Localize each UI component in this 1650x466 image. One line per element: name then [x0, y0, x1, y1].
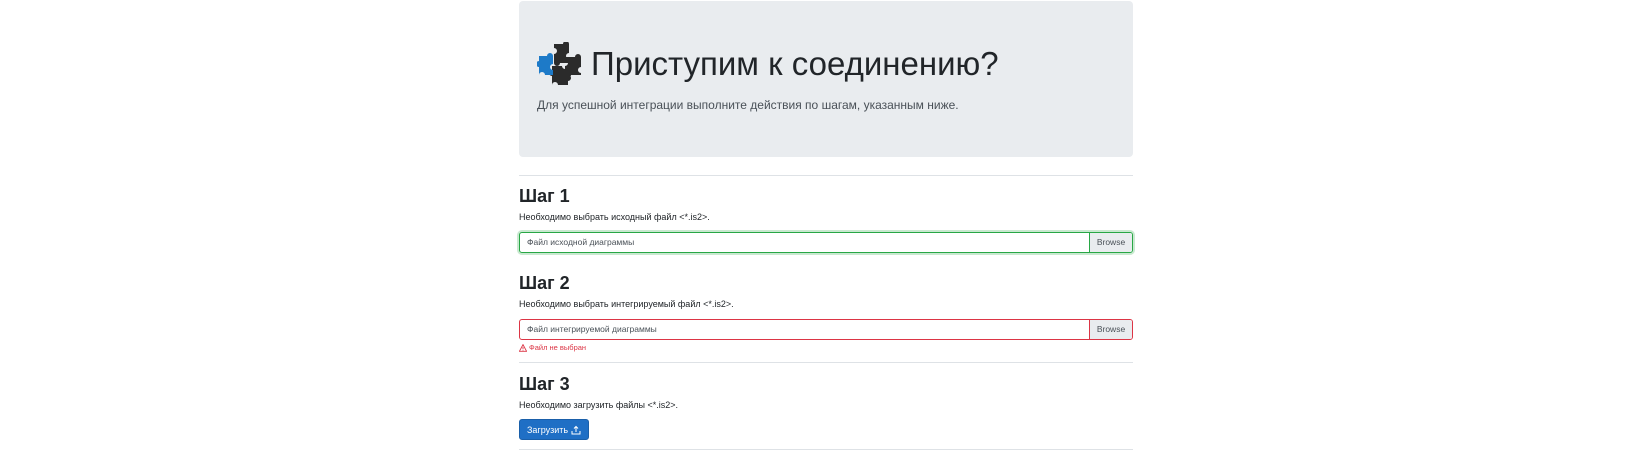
source-file-input[interactable]: Файл исходной диаграммы Browse: [519, 232, 1133, 253]
integrated-file-placeholder[interactable]: Файл интегрируемой диаграммы: [520, 320, 1089, 339]
file-error-message: Файл не выбран: [518, 343, 587, 352]
integrated-browse-button[interactable]: Browse: [1089, 320, 1132, 339]
step-3-description: Необходимо загрузить файлы <*.is2>.: [519, 400, 679, 410]
hero-banner: Приступим к соединению? Для успешной инт…: [519, 1, 1133, 157]
puzzle-icon: [536, 41, 583, 86]
hero-lead: Для успешной интеграции выполните действ…: [537, 98, 959, 112]
source-file-placeholder[interactable]: Файл исходной диаграммы: [520, 233, 1089, 252]
step-1-description: Необходимо выбрать исходный файл <*.is2>…: [519, 212, 710, 222]
upload-button-label: Загрузить: [527, 424, 569, 435]
upload-icon: [571, 425, 581, 435]
upload-button[interactable]: Загрузить: [519, 419, 590, 440]
step-3-title: Шаг 3: [519, 374, 570, 394]
step-2-description: Необходимо выбрать интегрируемый файл <*…: [519, 299, 734, 309]
step-1-title: Шаг 1: [519, 186, 570, 206]
source-browse-button[interactable]: Browse: [1089, 233, 1132, 252]
divider: [519, 362, 1133, 363]
warning-icon: [518, 343, 528, 352]
main-container: Приступим к соединению? Для успешной инт…: [518, 0, 1133, 450]
file-error-text: Файл не выбран: [529, 343, 587, 352]
divider: [519, 175, 1133, 176]
divider: [519, 449, 1133, 450]
hero-title-row: Приступим к соединению?: [536, 41, 999, 86]
integrated-file-input[interactable]: Файл интегрируемой диаграммы Browse: [519, 319, 1133, 340]
step-2-title: Шаг 2: [519, 273, 570, 293]
page-title: Приступим к соединению?: [591, 45, 999, 82]
